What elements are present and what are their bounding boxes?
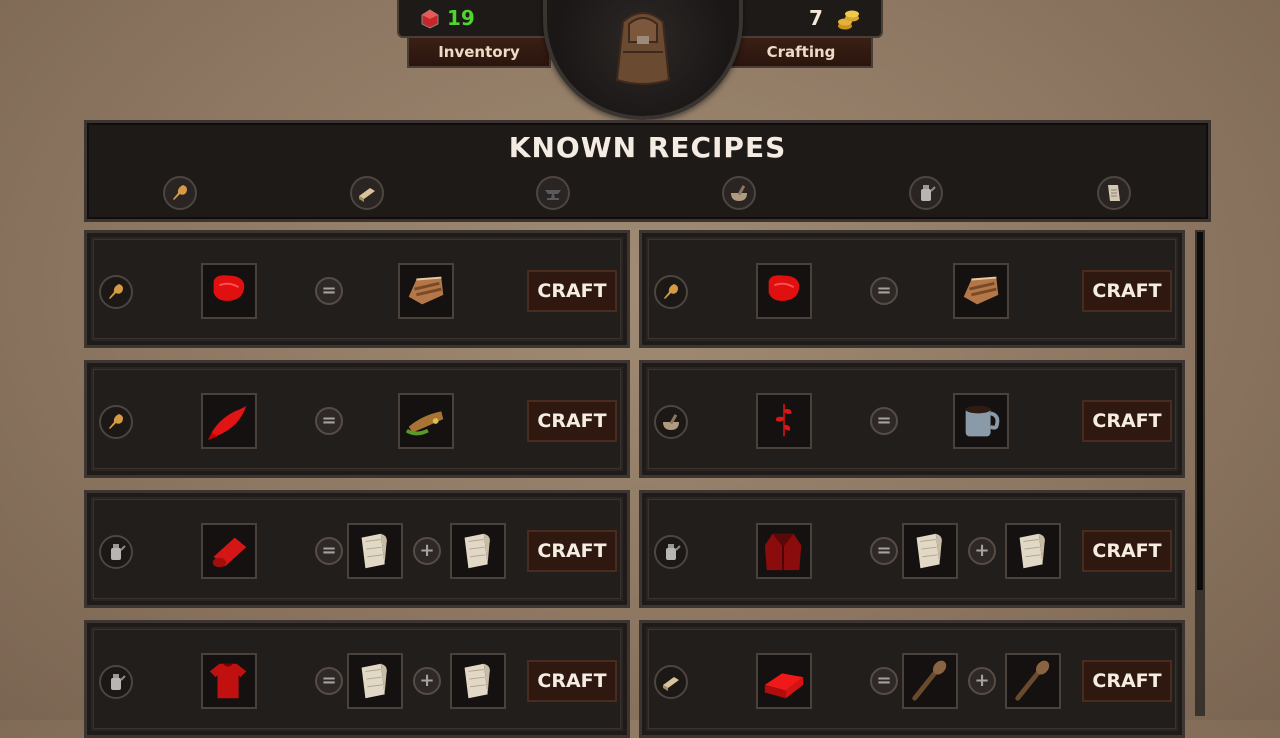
recipe-card: = CRAFT xyxy=(84,360,630,478)
plus-icon: + xyxy=(968,667,996,695)
scrollbar-thumb[interactable] xyxy=(1197,232,1203,590)
recipe-input-slot[interactable] xyxy=(201,263,257,319)
craft-button[interactable]: CRAFT xyxy=(527,530,617,572)
equals-icon: = xyxy=(870,667,898,695)
recipe-output-slot[interactable] xyxy=(1005,653,1061,709)
gems-count: 19 xyxy=(447,6,475,30)
craft-button[interactable]: CRAFT xyxy=(1082,660,1172,702)
plus-icon: + xyxy=(413,537,441,565)
craft-button[interactable]: CRAFT xyxy=(1082,270,1172,312)
category-oil-can-icon[interactable] xyxy=(909,176,943,210)
shirt-icon xyxy=(209,663,247,699)
tab-inventory[interactable]: Inventory xyxy=(407,36,551,68)
recipe-input-slot[interactable] xyxy=(756,393,812,449)
equals-icon: = xyxy=(315,277,343,305)
fabric-icon xyxy=(916,533,942,569)
recipe-card: = + CRAFT xyxy=(639,620,1185,738)
fabric-icon xyxy=(464,533,490,569)
panel-title: KNOWN RECIPES xyxy=(508,131,787,164)
backpack-button[interactable] xyxy=(543,0,743,120)
recipe-output-slot[interactable] xyxy=(398,263,454,319)
recipe-input-slot[interactable] xyxy=(756,653,812,709)
recipe-output-slot[interactable] xyxy=(450,653,506,709)
recipe-input-slot[interactable] xyxy=(201,393,257,449)
cloth-roll-icon xyxy=(212,537,247,568)
food-icon xyxy=(99,275,133,309)
food-icon xyxy=(654,275,688,309)
oil-can-icon xyxy=(99,535,133,569)
plus-icon: + xyxy=(413,667,441,695)
equals-icon: = xyxy=(870,537,898,565)
tea-mug-icon xyxy=(965,405,1000,437)
raw-meat-icon xyxy=(768,275,800,301)
craft-button[interactable]: CRAFT xyxy=(527,270,617,312)
recipe-output-slot[interactable] xyxy=(347,523,403,579)
raw-meat-icon xyxy=(213,275,245,301)
recipe-card: = CRAFT xyxy=(639,230,1185,348)
equals-icon: = xyxy=(315,667,343,695)
coat-icon xyxy=(764,533,802,571)
recipe-output-slot[interactable] xyxy=(398,393,454,449)
category-mortar-icon[interactable] xyxy=(722,176,756,210)
backpack-icon xyxy=(615,12,671,85)
craft-button[interactable]: CRAFT xyxy=(527,400,617,442)
recipe-output-slot[interactable] xyxy=(902,523,958,579)
recipe-input-slot[interactable] xyxy=(756,263,812,319)
cooked-meat-icon xyxy=(963,276,999,305)
coin-stack-icon xyxy=(838,10,859,30)
recipe-input-slot[interactable] xyxy=(756,523,812,579)
category-paper-icon[interactable] xyxy=(1097,176,1131,210)
fabric-icon xyxy=(1019,533,1045,569)
recipe-output-slot[interactable] xyxy=(450,523,506,579)
recipe-card: = + CRAFT xyxy=(84,620,630,738)
equals-icon: = xyxy=(870,277,898,305)
oil-can-icon xyxy=(99,665,133,699)
gem-icon xyxy=(421,9,439,29)
recipe-card: = + CRAFT xyxy=(84,490,630,608)
fabric-icon xyxy=(464,663,490,699)
tab-crafting[interactable]: Crafting xyxy=(729,36,873,68)
category-food-icon[interactable] xyxy=(163,176,197,210)
recipe-card: = + CRAFT xyxy=(639,490,1185,608)
top-hud: 19 7 Inventory Crafting xyxy=(395,0,885,120)
fabric-icon xyxy=(361,533,387,569)
category-anvil-icon[interactable] xyxy=(536,176,570,210)
craft-button[interactable]: CRAFT xyxy=(1082,400,1172,442)
craft-button[interactable]: CRAFT xyxy=(527,660,617,702)
recipe-card: = CRAFT xyxy=(639,360,1185,478)
known-recipes-panel: KNOWN RECIPES xyxy=(84,120,1211,222)
brick-icon xyxy=(764,673,804,699)
recipe-input-slot[interactable] xyxy=(201,653,257,709)
equals-icon: = xyxy=(315,407,343,435)
equals-icon: = xyxy=(870,407,898,435)
wood-icon xyxy=(654,665,688,699)
recipe-output-slot[interactable] xyxy=(953,263,1009,319)
recipe-output-slot[interactable] xyxy=(953,393,1009,449)
food-icon xyxy=(99,405,133,439)
fabric-icon xyxy=(361,663,387,699)
club-icon xyxy=(1015,660,1050,701)
category-wood-icon[interactable] xyxy=(350,176,384,210)
recipe-output-slot[interactable] xyxy=(1005,523,1061,579)
recipe-card: = CRAFT xyxy=(84,230,630,348)
cooked-fish-icon xyxy=(405,411,444,436)
craft-button[interactable]: CRAFT xyxy=(1082,530,1172,572)
oil-can-icon xyxy=(654,535,688,569)
recipe-output-slot[interactable] xyxy=(347,653,403,709)
plus-icon: + xyxy=(968,537,996,565)
raw-fish-icon xyxy=(207,405,247,441)
equals-icon: = xyxy=(315,537,343,565)
mortar-icon xyxy=(654,405,688,439)
gold-count: 7 xyxy=(809,6,823,30)
cooked-meat-icon xyxy=(408,276,444,305)
recipe-input-slot[interactable] xyxy=(201,523,257,579)
club-icon xyxy=(912,660,947,701)
herb-icon xyxy=(776,403,792,437)
recipe-output-slot[interactable] xyxy=(902,653,958,709)
